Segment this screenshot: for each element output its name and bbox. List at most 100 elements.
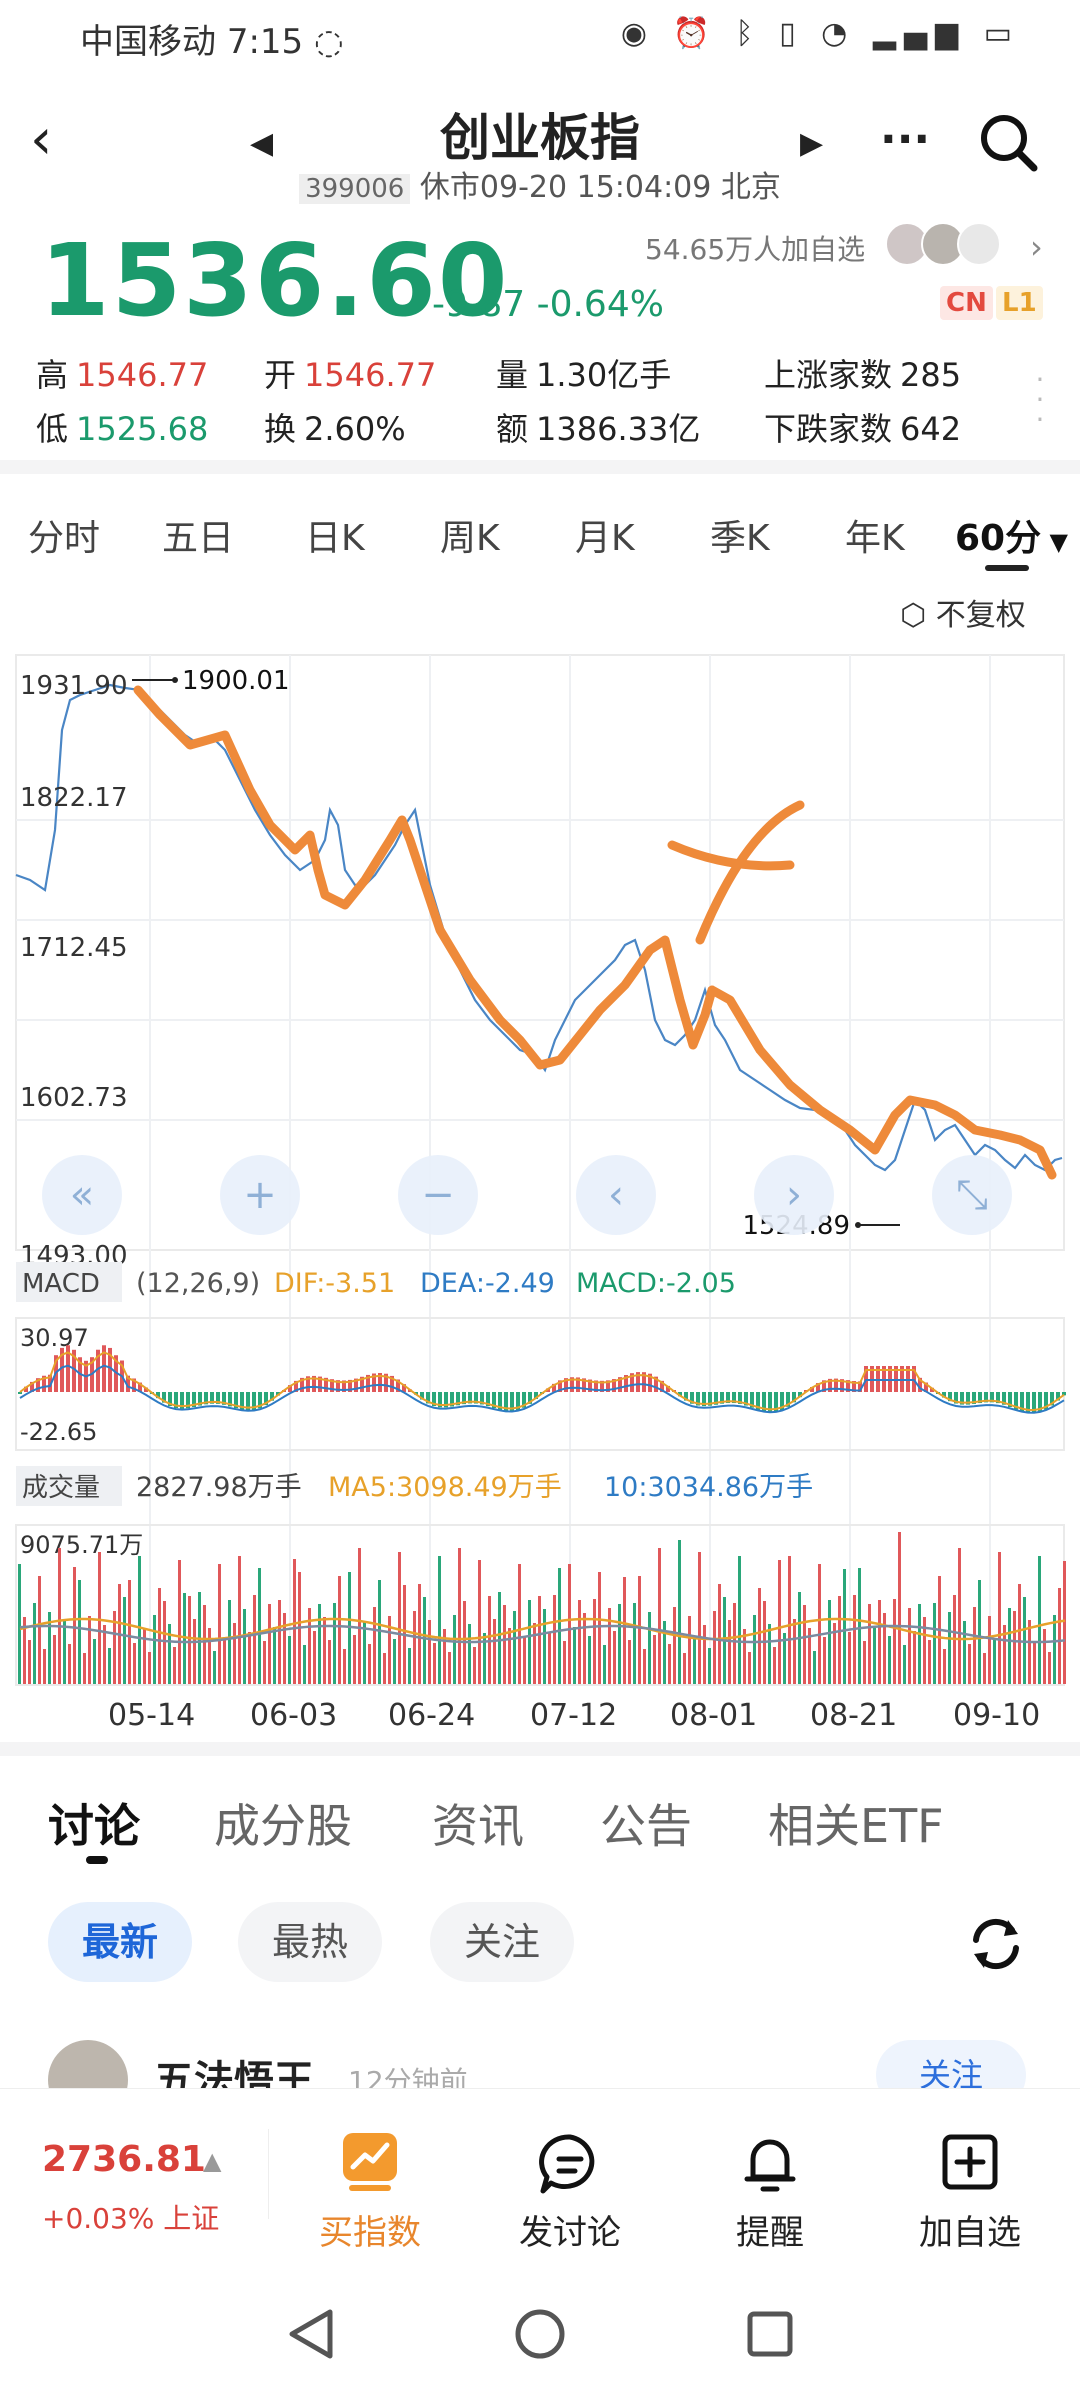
volume-bar	[693, 1639, 696, 1684]
volume-bar	[343, 1649, 346, 1684]
divider	[0, 460, 1080, 474]
chip-following[interactable]: 关注	[430, 1902, 575, 1982]
tab-intraday[interactable]: 分时	[28, 509, 100, 561]
volume-bar	[288, 1636, 291, 1684]
volume-bar	[108, 1648, 111, 1684]
volume-bar	[423, 1597, 426, 1684]
volume-bar	[253, 1595, 256, 1684]
volume-bar	[1013, 1611, 1016, 1684]
remind-button[interactable]: 提醒	[685, 2129, 855, 2254]
volume-bar	[258, 1568, 261, 1684]
volume-bar	[473, 1647, 476, 1684]
scroll-start-icon[interactable]: «	[42, 1155, 122, 1235]
search-icon[interactable]	[978, 112, 1038, 172]
follow-button[interactable]: 关注	[876, 2040, 1026, 2090]
volume-bar	[653, 1635, 656, 1684]
volume-bar	[828, 1600, 831, 1684]
volume-bar	[493, 1619, 496, 1684]
chip-hottest[interactable]: 最热	[238, 1902, 383, 1982]
volume-bar	[538, 1596, 541, 1684]
volume-bar	[623, 1577, 626, 1684]
volume-bar	[153, 1615, 156, 1684]
tab-news[interactable]: 资讯	[432, 1790, 524, 1856]
more-icon[interactable]: ···	[880, 114, 930, 165]
volume-bar	[18, 1564, 21, 1684]
volume-bar	[648, 1612, 651, 1684]
volume-bar	[768, 1624, 771, 1684]
post-discussion-button[interactable]: 发讨论	[485, 2129, 655, 2254]
tab-announcements[interactable]: 公告	[600, 1790, 692, 1856]
scroll-left-icon[interactable]: ‹	[576, 1155, 656, 1235]
post-time: 12分钟前	[348, 2065, 468, 2090]
nav-button-glyph: ›	[786, 1172, 802, 1218]
fullscreen-icon[interactable]: ⤡	[932, 1155, 1012, 1235]
l1-badge: L1	[996, 286, 1043, 320]
chevron-right-icon[interactable]: ›	[1030, 228, 1043, 266]
status-bar: 中国移动 7:15 ◌ ◉ ⏰ ᛒ ▯ ◔ ▂▄▆ ▭	[0, 0, 1080, 80]
volume-bar	[1033, 1643, 1036, 1684]
volume-bar	[573, 1627, 576, 1684]
volume-bar	[243, 1609, 246, 1684]
volume-bar	[873, 1627, 876, 1684]
post-item[interactable]: 五法悟王 12分钟前 关注	[48, 2040, 1048, 2090]
zoom-out-icon[interactable]: −	[398, 1155, 478, 1235]
tab-60min[interactable]: 60分 ▼	[955, 509, 1068, 561]
adjust-toggle[interactable]: ⬡ 不复权	[900, 590, 1026, 634]
add-watchlist-button[interactable]: 加自选	[885, 2129, 1055, 2254]
volume-bar	[948, 1612, 951, 1684]
buy-index-button[interactable]: 买指数	[285, 2129, 455, 2254]
tab-five-day[interactable]: 五日	[162, 509, 234, 561]
volume-ma10: 10:3034.86万手	[604, 1472, 813, 1503]
next-index-icon[interactable]: ▶	[800, 126, 823, 161]
volume-bar	[883, 1613, 886, 1684]
scroll-right-icon[interactable]: ›	[754, 1155, 834, 1235]
chat-bubble-icon	[539, 2134, 595, 2194]
more-stats-icon[interactable]: · · ·	[1030, 366, 1050, 434]
volume-bar	[743, 1629, 746, 1684]
volume-bar	[548, 1632, 551, 1684]
volume-bar	[638, 1576, 641, 1684]
tab-constituents[interactable]: 成分股	[214, 1790, 352, 1856]
tab-daily-k[interactable]: 日K	[305, 509, 365, 561]
stat-open: 开 1546.77	[264, 356, 437, 394]
watchers-count[interactable]: 54.65万人加自选	[645, 228, 865, 268]
volume-bar	[778, 1560, 781, 1684]
volume-bar	[1028, 1620, 1031, 1684]
nav-recents-icon[interactable]	[747, 2311, 793, 2357]
y-tick-label: 1602.73	[20, 1083, 128, 1113]
chart-frame	[15, 654, 1065, 1251]
battery-icon: ▭	[983, 16, 1020, 51]
tab-monthly-k[interactable]: 月K	[575, 509, 635, 561]
volume-bar	[158, 1588, 161, 1684]
zoom-in-icon[interactable]: +	[220, 1155, 300, 1235]
refresh-icon[interactable]	[964, 1912, 1028, 1976]
kline-chart[interactable]: 1931.901822.171712.451602.731493.00 1900…	[0, 640, 1080, 1710]
macd-params: (12,26,9)	[136, 1268, 260, 1299]
chip-latest[interactable]: 最新	[48, 1902, 193, 1982]
volume-bar	[718, 1584, 721, 1684]
volume-bar	[983, 1653, 986, 1684]
volume-bar	[578, 1600, 581, 1684]
volume-value: 2827.98万手	[136, 1472, 302, 1503]
tab-related-etf[interactable]: 相关ETF	[768, 1790, 944, 1856]
tab-discussion[interactable]: 讨论	[48, 1790, 140, 1856]
tab-weekly-k[interactable]: 周K	[440, 509, 500, 561]
sh-index-value[interactable]: 2736.81	[42, 2139, 206, 2180]
macd-value: MACD:-2.05	[576, 1268, 736, 1299]
volume-bar	[43, 1649, 46, 1684]
tab-quarterly-k[interactable]: 季K	[710, 509, 770, 561]
nav-back-icon[interactable]	[289, 2309, 333, 2359]
volume-bar	[868, 1604, 871, 1684]
low-marker-dot	[855, 1222, 861, 1228]
volume-bar	[228, 1600, 231, 1684]
volume-bar	[428, 1620, 431, 1684]
stat-amount: 额 1386.33亿	[496, 410, 701, 448]
annotation-cross-stroke	[667, 840, 795, 871]
divider	[0, 1742, 1080, 1756]
tab-yearly-k[interactable]: 年K	[845, 509, 905, 561]
header: ‹ ◀ 创业板指 399006 休市09-20 15:04:09 北京 ▶ ··…	[0, 90, 1080, 210]
sh-index-change[interactable]: +0.03% 上证	[42, 2197, 219, 2237]
volume-bar	[248, 1632, 251, 1684]
volume-bar	[438, 1556, 441, 1684]
nav-home-icon[interactable]	[515, 2309, 565, 2359]
